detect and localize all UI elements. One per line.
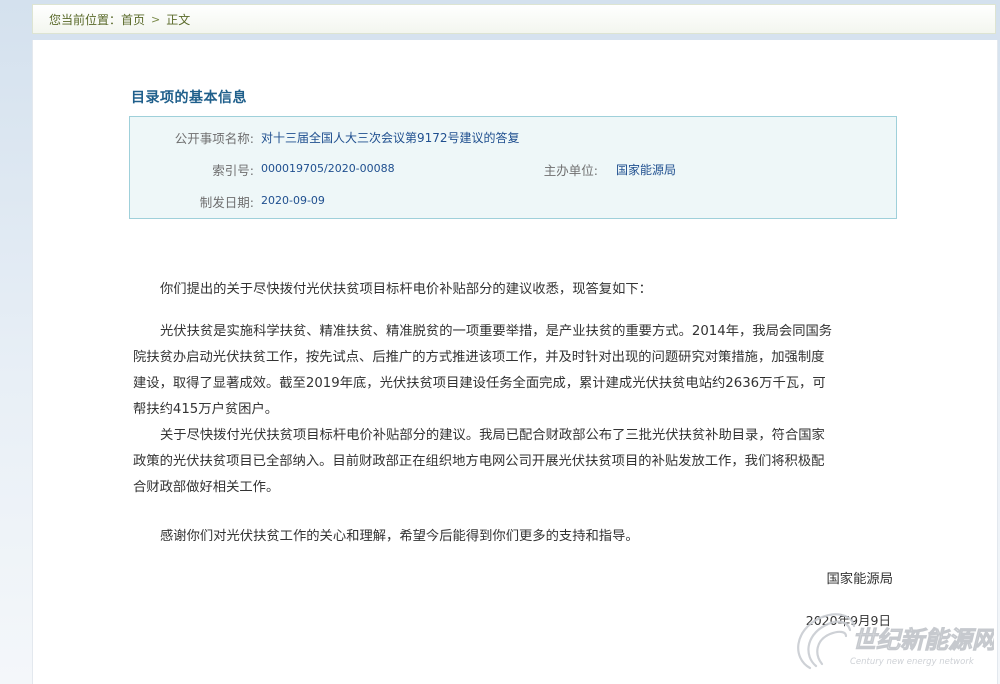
- page: 您当前位置： 首页 > 正文 目录项的基本信息 公开事项名称: 对十三届全国人大…: [0, 0, 1000, 684]
- index-label: 索引号:: [212, 163, 254, 178]
- org-value: 国家能源局: [616, 163, 677, 177]
- body-paragraph-2: 光伏扶贫是实施科学扶贫、精准扶贫、精准脱贫的一项重要举措，是产业扶贫的重要方式。…: [133, 324, 833, 417]
- date-label: 制发日期:: [199, 195, 254, 210]
- breadcrumb-home-link[interactable]: 首页: [121, 11, 145, 28]
- watermark: 世纪新能源网 Century new energy network: [780, 606, 1000, 676]
- body-paragraph-3: 关于尽快拨付光伏扶贫项目标杆电价补贴部分的建议。我局已配合财政部公布了三批光伏扶…: [133, 428, 825, 495]
- watermark-name-en: Century new energy network: [850, 657, 975, 667]
- date-value: 2020-09-09: [261, 194, 325, 207]
- subject-value: 对十三届全国人大三次会议第9172号建议的答复: [261, 131, 520, 145]
- breadcrumb: 您当前位置： 首页 > 正文: [32, 4, 996, 34]
- breadcrumb-prefix: 您当前位置：: [49, 12, 122, 27]
- swirl-logo-icon: 世纪新能源网 Century new energy network: [797, 613, 1000, 670]
- watermark-name-cn: 世纪新能源网: [852, 626, 994, 654]
- breadcrumb-current: 正文: [166, 12, 191, 27]
- subject-label: 公开事项名称:: [174, 131, 254, 146]
- info-box: 公开事项名称: 对十三届全国人大三次会议第9172号建议的答复 索引号: 000…: [129, 116, 897, 219]
- info-section-title: 目录项的基本信息: [131, 90, 247, 106]
- content-panel: 目录项的基本信息 公开事项名称: 对十三届全国人大三次会议第9172号建议的答复…: [32, 40, 998, 684]
- index-value: 000019705/2020-00088: [261, 162, 395, 175]
- body-paragraph-1: 你们提出的关于尽快拨付光伏扶贫项目标杆电价补贴部分的建议收悉，现答复如下：: [160, 282, 652, 297]
- body-paragraph-4: 感谢你们对光伏扶贫工作的关心和理解，希望今后能得到你们更多的支持和指导。: [160, 529, 639, 544]
- org-label: 主办单位:: [543, 163, 598, 178]
- breadcrumb-separator: >: [151, 12, 161, 26]
- signature-org: 国家能源局: [826, 572, 893, 587]
